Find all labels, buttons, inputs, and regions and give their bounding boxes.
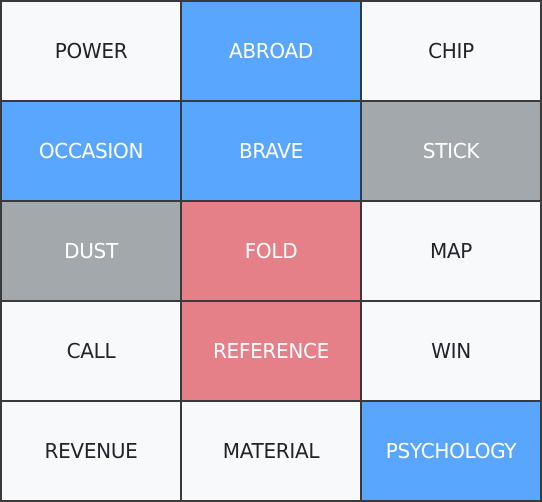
card-map[interactable]: MAP — [361, 201, 541, 301]
card-material[interactable]: MATERIAL — [181, 401, 361, 501]
card-chip[interactable]: CHIP — [361, 1, 541, 101]
card-stick[interactable]: STICK — [361, 101, 541, 201]
card-reference[interactable]: REFERENCE — [181, 301, 361, 401]
card-psychology[interactable]: PSYCHOLOGY — [361, 401, 541, 501]
card-call[interactable]: CALL — [1, 301, 181, 401]
card-fold[interactable]: FOLD — [181, 201, 361, 301]
card-abroad[interactable]: ABROAD — [181, 1, 361, 101]
card-brave[interactable]: BRAVE — [181, 101, 361, 201]
card-dust[interactable]: DUST — [1, 201, 181, 301]
card-occasion[interactable]: OCCASION — [1, 101, 181, 201]
card-win[interactable]: WIN — [361, 301, 541, 401]
word-card-grid: POWER ABROAD CHIP OCCASION BRAVE STICK D… — [0, 0, 542, 502]
card-power[interactable]: POWER — [1, 1, 181, 101]
card-revenue[interactable]: REVENUE — [1, 401, 181, 501]
